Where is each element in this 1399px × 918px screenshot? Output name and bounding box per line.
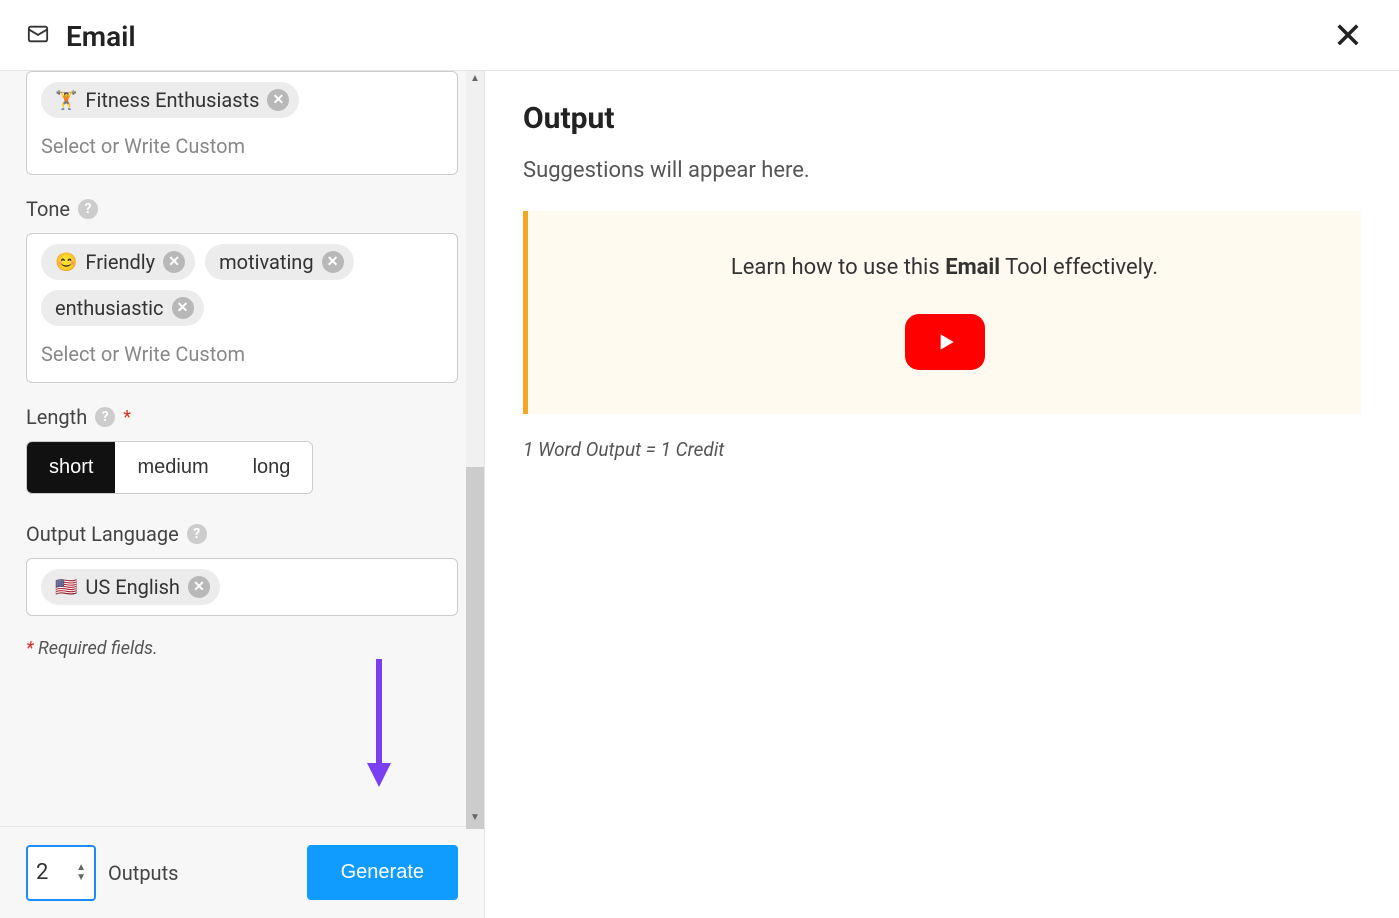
length-medium[interactable]: medium [115, 442, 230, 493]
header-bar: Email ✕ [0, 0, 1399, 71]
tag-remove-icon[interactable]: ✕ [322, 251, 344, 273]
tag-remove-icon[interactable]: ✕ [188, 576, 210, 598]
tone-label: Tone ? [26, 197, 458, 221]
scrollbar-thumb[interactable] [466, 467, 484, 829]
tag-remove-icon[interactable]: ✕ [163, 251, 185, 273]
scroll-up-icon[interactable]: ▲ [469, 73, 481, 85]
weightlifter-icon: 🏋️ [55, 90, 77, 111]
mail-icon [24, 23, 52, 49]
tone-placeholder[interactable]: Select or Write Custom [41, 336, 443, 372]
length-short[interactable]: short [27, 442, 115, 493]
tag-label: Fitness Enthusiasts [85, 88, 259, 112]
tone-input[interactable]: 😊 Friendly ✕ motivating ✕ enthusiastic ✕ [26, 233, 458, 383]
tag-label: enthusiastic [55, 296, 164, 320]
language-tags: 🇺🇸 US English ✕ [41, 569, 443, 605]
tag-label: motivating [219, 250, 313, 274]
us-flag-icon: 🇺🇸 [55, 577, 77, 598]
output-heading: Output [523, 101, 1361, 136]
length-label: Length ? * [26, 405, 458, 429]
play-icon [932, 329, 958, 355]
length-long[interactable]: long [231, 442, 313, 493]
length-segmented: short medium long [26, 441, 313, 494]
tag-remove-icon[interactable]: ✕ [172, 297, 194, 319]
tutorial-card: Learn how to use this Email Tool effecti… [523, 211, 1361, 414]
language-label: Output Language ? [26, 522, 458, 546]
credit-note: 1 Word Output = 1 Credit [523, 438, 1361, 461]
outputs-label: Outputs [108, 861, 178, 885]
required-star: * [123, 407, 131, 428]
tag-enthusiastic[interactable]: enthusiastic ✕ [41, 290, 204, 326]
audience-input[interactable]: 🏋️ Fitness Enthusiasts ✕ Select or Write… [26, 71, 458, 175]
tag-motivating[interactable]: motivating ✕ [205, 244, 353, 280]
tutorial-text: Learn how to use this Email Tool effecti… [558, 255, 1331, 280]
tag-remove-icon[interactable]: ✕ [267, 89, 289, 111]
tone-tags: 😊 Friendly ✕ motivating ✕ [41, 244, 443, 280]
stepper-icon[interactable]: ▲▼ [76, 864, 86, 882]
output-subtitle: Suggestions will appear here. [523, 158, 1361, 183]
close-icon[interactable]: ✕ [1329, 18, 1367, 54]
audience-placeholder[interactable]: Select or Write Custom [41, 128, 443, 164]
output-panel: Output Suggestions will appear here. Lea… [485, 71, 1399, 918]
tone-tags-2: enthusiastic ✕ [41, 290, 443, 326]
outputs-count-value: 2 [36, 860, 48, 885]
form-scroll-area[interactable]: 🏋️ Fitness Enthusiasts ✕ Select or Write… [0, 71, 484, 826]
outputs-count-input[interactable]: 2 ▲▼ [26, 845, 96, 901]
generate-button[interactable]: Generate [307, 845, 458, 900]
language-input[interactable]: 🇺🇸 US English ✕ [26, 558, 458, 616]
outputs-group: 2 ▲▼ Outputs [26, 845, 178, 901]
scroll-down-icon[interactable]: ▼ [469, 812, 481, 824]
tag-friendly[interactable]: 😊 Friendly ✕ [41, 244, 195, 280]
play-video-button[interactable] [905, 314, 985, 370]
tag-label: Friendly [85, 250, 155, 274]
page-title: Email [66, 20, 136, 53]
tag-fitness-enthusiasts[interactable]: 🏋️ Fitness Enthusiasts ✕ [41, 82, 299, 118]
main-content: 🏋️ Fitness Enthusiasts ✕ Select or Write… [0, 71, 1399, 918]
form-footer: 2 ▲▼ Outputs Generate [0, 826, 484, 918]
smile-icon: 😊 [55, 252, 77, 273]
audience-tags: 🏋️ Fitness Enthusiasts ✕ [41, 82, 443, 118]
tag-label: US English [85, 575, 180, 599]
help-icon[interactable]: ? [187, 524, 207, 544]
tag-us-english[interactable]: 🇺🇸 US English ✕ [41, 569, 220, 605]
help-icon[interactable]: ? [78, 199, 98, 219]
header-left: Email [24, 20, 136, 53]
help-icon[interactable]: ? [95, 407, 115, 427]
required-note: * Required fields. [26, 638, 458, 659]
form-panel: 🏋️ Fitness Enthusiasts ✕ Select or Write… [0, 71, 485, 918]
